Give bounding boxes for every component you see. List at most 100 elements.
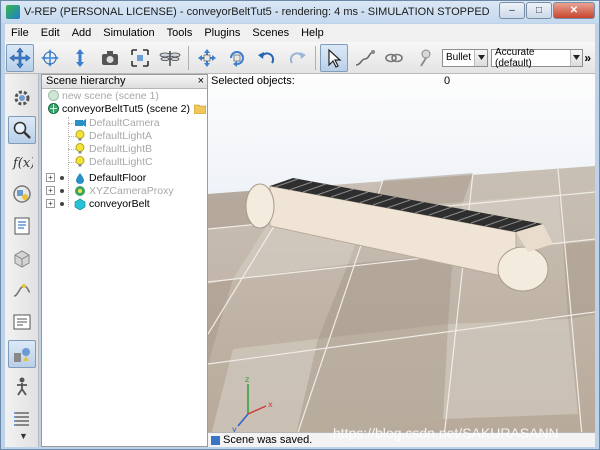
collection-icon	[13, 185, 31, 203]
toolbar-overflow-button[interactable]: »	[584, 51, 591, 65]
tree-item-conveyor-belt[interactable]: + conveyorBelt	[46, 197, 150, 210]
cube-icon	[14, 250, 30, 268]
menu-add[interactable]: Add	[66, 27, 98, 39]
light-bulb-icon	[75, 156, 85, 167]
cursor-icon	[328, 48, 342, 68]
menu-scenes[interactable]: Scenes	[246, 27, 295, 39]
scene-viewport[interactable]: Selected objects: 0 z x y	[208, 74, 595, 447]
camera-angle-button[interactable]	[96, 44, 124, 72]
dragonfly-icon	[159, 50, 181, 66]
tree-item-scene-2[interactable]: conveyorBeltTut5 (scene 2)	[48, 102, 207, 115]
tree-item-light-b[interactable]: DefaultLightB	[74, 142, 152, 155]
model-browser-button[interactable]	[8, 340, 36, 368]
roller-left	[245, 183, 275, 229]
object-shift-button[interactable]	[193, 44, 221, 72]
tree-item-label: DefaultCamera	[89, 116, 160, 129]
path-edit-button[interactable]	[8, 276, 36, 304]
tree-item-camera-proxy[interactable]: + XYZCameraProxy	[46, 184, 174, 197]
tree-item-label: conveyorBeltTut5 (scene 2)	[62, 102, 191, 115]
title-bar: V-REP (PERSONAL LICENSE) - conveyorBeltT…	[1, 1, 599, 23]
hierarchy-title: Scene hierarchy	[46, 75, 126, 87]
layers-button[interactable]	[8, 404, 36, 432]
click-select-button[interactable]	[320, 43, 348, 72]
shape-edit-button[interactable]	[8, 244, 36, 272]
object-rotate-button[interactable]	[223, 44, 251, 72]
model-browser-icon	[14, 348, 30, 362]
path-button[interactable]	[350, 44, 378, 72]
collections-button[interactable]	[8, 180, 36, 208]
calculation-modules-button[interactable]: f(x)	[8, 148, 36, 176]
object-rotate-icon	[230, 50, 244, 67]
minimize-button[interactable]: –	[499, 2, 525, 19]
window-controls: – □ ✕	[499, 2, 595, 19]
function-icon: f(x)	[12, 156, 33, 171]
accuracy-value: Accurate (default)	[495, 46, 535, 69]
selection-button[interactable]	[8, 308, 36, 336]
tree-item-default-floor[interactable]: + DefaultFloor	[46, 171, 146, 184]
water-drop-icon	[76, 172, 84, 184]
physics-engine-select[interactable]: Bullet	[442, 48, 488, 67]
tree-item-label: new scene (scene 1)	[62, 89, 159, 102]
close-button[interactable]: ✕	[553, 2, 595, 19]
path-icon	[355, 49, 375, 66]
camera-pan-button[interactable]	[6, 43, 34, 72]
shape-icon	[74, 198, 86, 210]
tree-item-label: DefaultLightC	[89, 155, 153, 168]
svg-text:z: z	[245, 375, 249, 384]
menu-bar: File Edit Add Simulation Tools Plugins S…	[5, 24, 595, 42]
camera-icon	[102, 50, 118, 65]
undo-button[interactable]	[253, 44, 281, 72]
fly-mode-button[interactable]	[156, 44, 184, 72]
watermark: https://blog.csdn.net/SAKURASANN	[333, 425, 559, 441]
hierarchy-header: Scene hierarchy ×	[42, 75, 207, 89]
proxy-icon	[75, 185, 85, 196]
gear-icon	[14, 90, 30, 106]
hierarchy-close-button[interactable]: ×	[198, 75, 204, 88]
menu-plugins[interactable]: Plugins	[198, 27, 246, 39]
maximize-button[interactable]: □	[526, 2, 552, 19]
scroll-down-icon[interactable]: ▼	[19, 431, 28, 441]
simulation-settings-button[interactable]	[8, 84, 36, 112]
physics-settings-button[interactable]	[410, 44, 438, 72]
tree-item-light-a[interactable]: DefaultLightA	[74, 129, 152, 142]
tree-item-label: XYZCameraProxy	[89, 184, 174, 197]
window-title: V-REP (PERSONAL LICENSE) - conveyorBeltT…	[24, 6, 490, 18]
expand-icon[interactable]: +	[46, 199, 55, 208]
robot-icon	[17, 377, 27, 396]
roller-right	[497, 246, 549, 292]
menu-edit[interactable]: Edit	[35, 27, 66, 39]
info-icon	[211, 435, 220, 445]
menu-simulation[interactable]: Simulation	[97, 27, 160, 39]
expand-icon[interactable]: +	[46, 186, 55, 195]
tree-item-light-c[interactable]: DefaultLightC	[74, 155, 153, 168]
physics-icon	[420, 49, 431, 66]
fit-view-icon	[131, 48, 149, 67]
menu-tools[interactable]: Tools	[161, 27, 199, 39]
accuracy-select[interactable]: Accurate (default)	[491, 46, 583, 69]
fit-to-view-button[interactable]	[126, 44, 154, 72]
tree-item-label: DefaultLightA	[89, 129, 153, 142]
menu-file[interactable]: File	[5, 27, 35, 39]
chevron-down-icon	[474, 49, 487, 66]
visibility-dot-icon	[60, 175, 64, 180]
camera-icon	[75, 119, 86, 127]
left-toolbar: f(x) ▼	[5, 74, 39, 447]
collision-button[interactable]	[380, 44, 408, 72]
toolbar-separator	[315, 45, 316, 70]
redo-button[interactable]	[283, 44, 311, 72]
vertical-arrows-icon	[76, 48, 84, 67]
rotate-arrows-icon	[41, 48, 59, 67]
tree-item-default-camera[interactable]: DefaultCamera	[74, 116, 160, 129]
menu-help[interactable]: Help	[295, 27, 330, 39]
camera-zoom-button[interactable]	[66, 44, 94, 72]
selected-objects-count: 0	[444, 75, 451, 87]
camera-rotate-button[interactable]	[36, 44, 64, 72]
chain-link-icon	[385, 53, 403, 62]
robot-button[interactable]	[8, 372, 36, 400]
scene-render: z x y	[208, 166, 595, 447]
scene-hierarchy-toggle[interactable]	[8, 116, 36, 144]
expand-icon[interactable]: +	[46, 173, 55, 182]
path-edit-icon	[13, 284, 31, 297]
scripts-button[interactable]	[8, 212, 36, 240]
tree-item-scene-1[interactable]: new scene (scene 1)	[48, 89, 159, 102]
